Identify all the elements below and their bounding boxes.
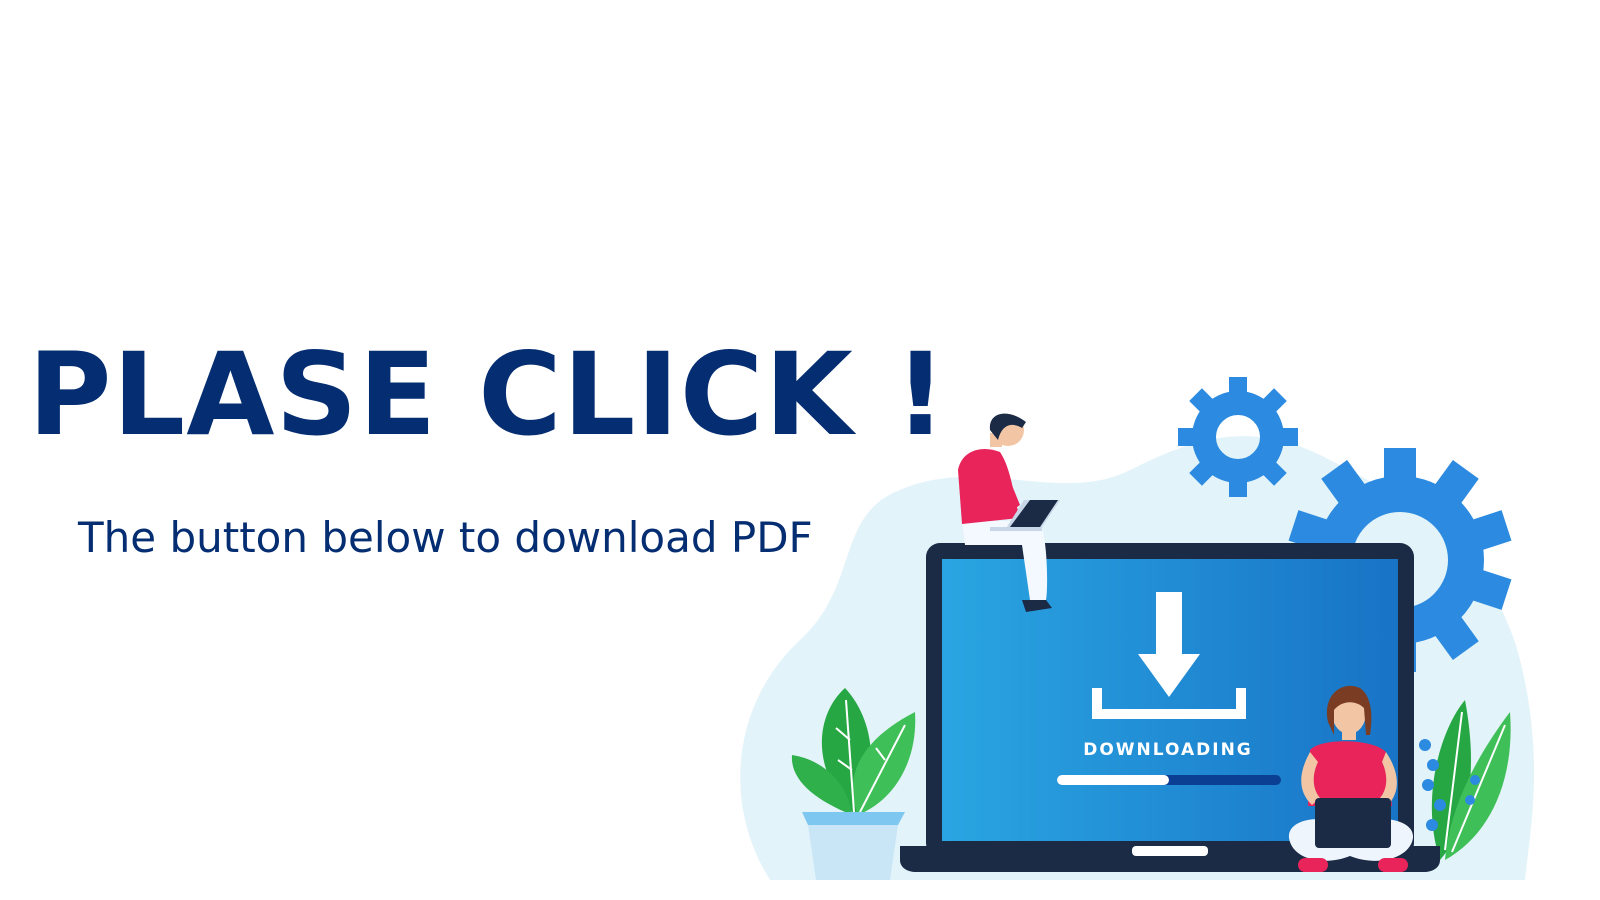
download-illustration: DOWNLOADING bbox=[740, 377, 1535, 880]
downloading-label: DOWNLOADING bbox=[1083, 740, 1253, 760]
progress-fill bbox=[1057, 775, 1169, 785]
